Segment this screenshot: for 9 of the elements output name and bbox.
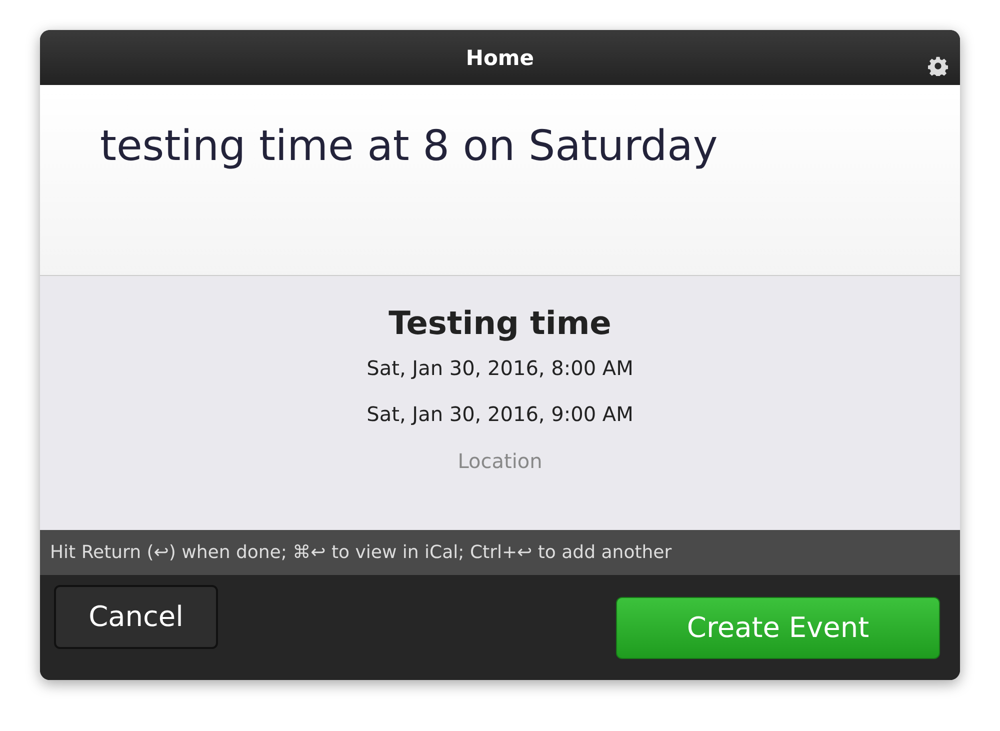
event-title: Testing time xyxy=(388,304,612,342)
cancel-button[interactable]: Cancel xyxy=(54,584,218,648)
start-time: Sat, Jan 30, 2016, 8:00 AM xyxy=(366,356,634,380)
event-input-field[interactable]: testing time at 8 on Saturday xyxy=(40,85,960,275)
window-title: Home xyxy=(466,46,534,70)
settings-icon[interactable] xyxy=(928,56,948,76)
location-field[interactable]: Location xyxy=(398,448,602,474)
end-time: Sat, Jan 30, 2016, 9:00 AM xyxy=(366,402,634,426)
hint-text: Hit Return (↩) when done; ⌘↩ to view in iCal; Ctrl+↩ to add another xyxy=(50,542,672,563)
